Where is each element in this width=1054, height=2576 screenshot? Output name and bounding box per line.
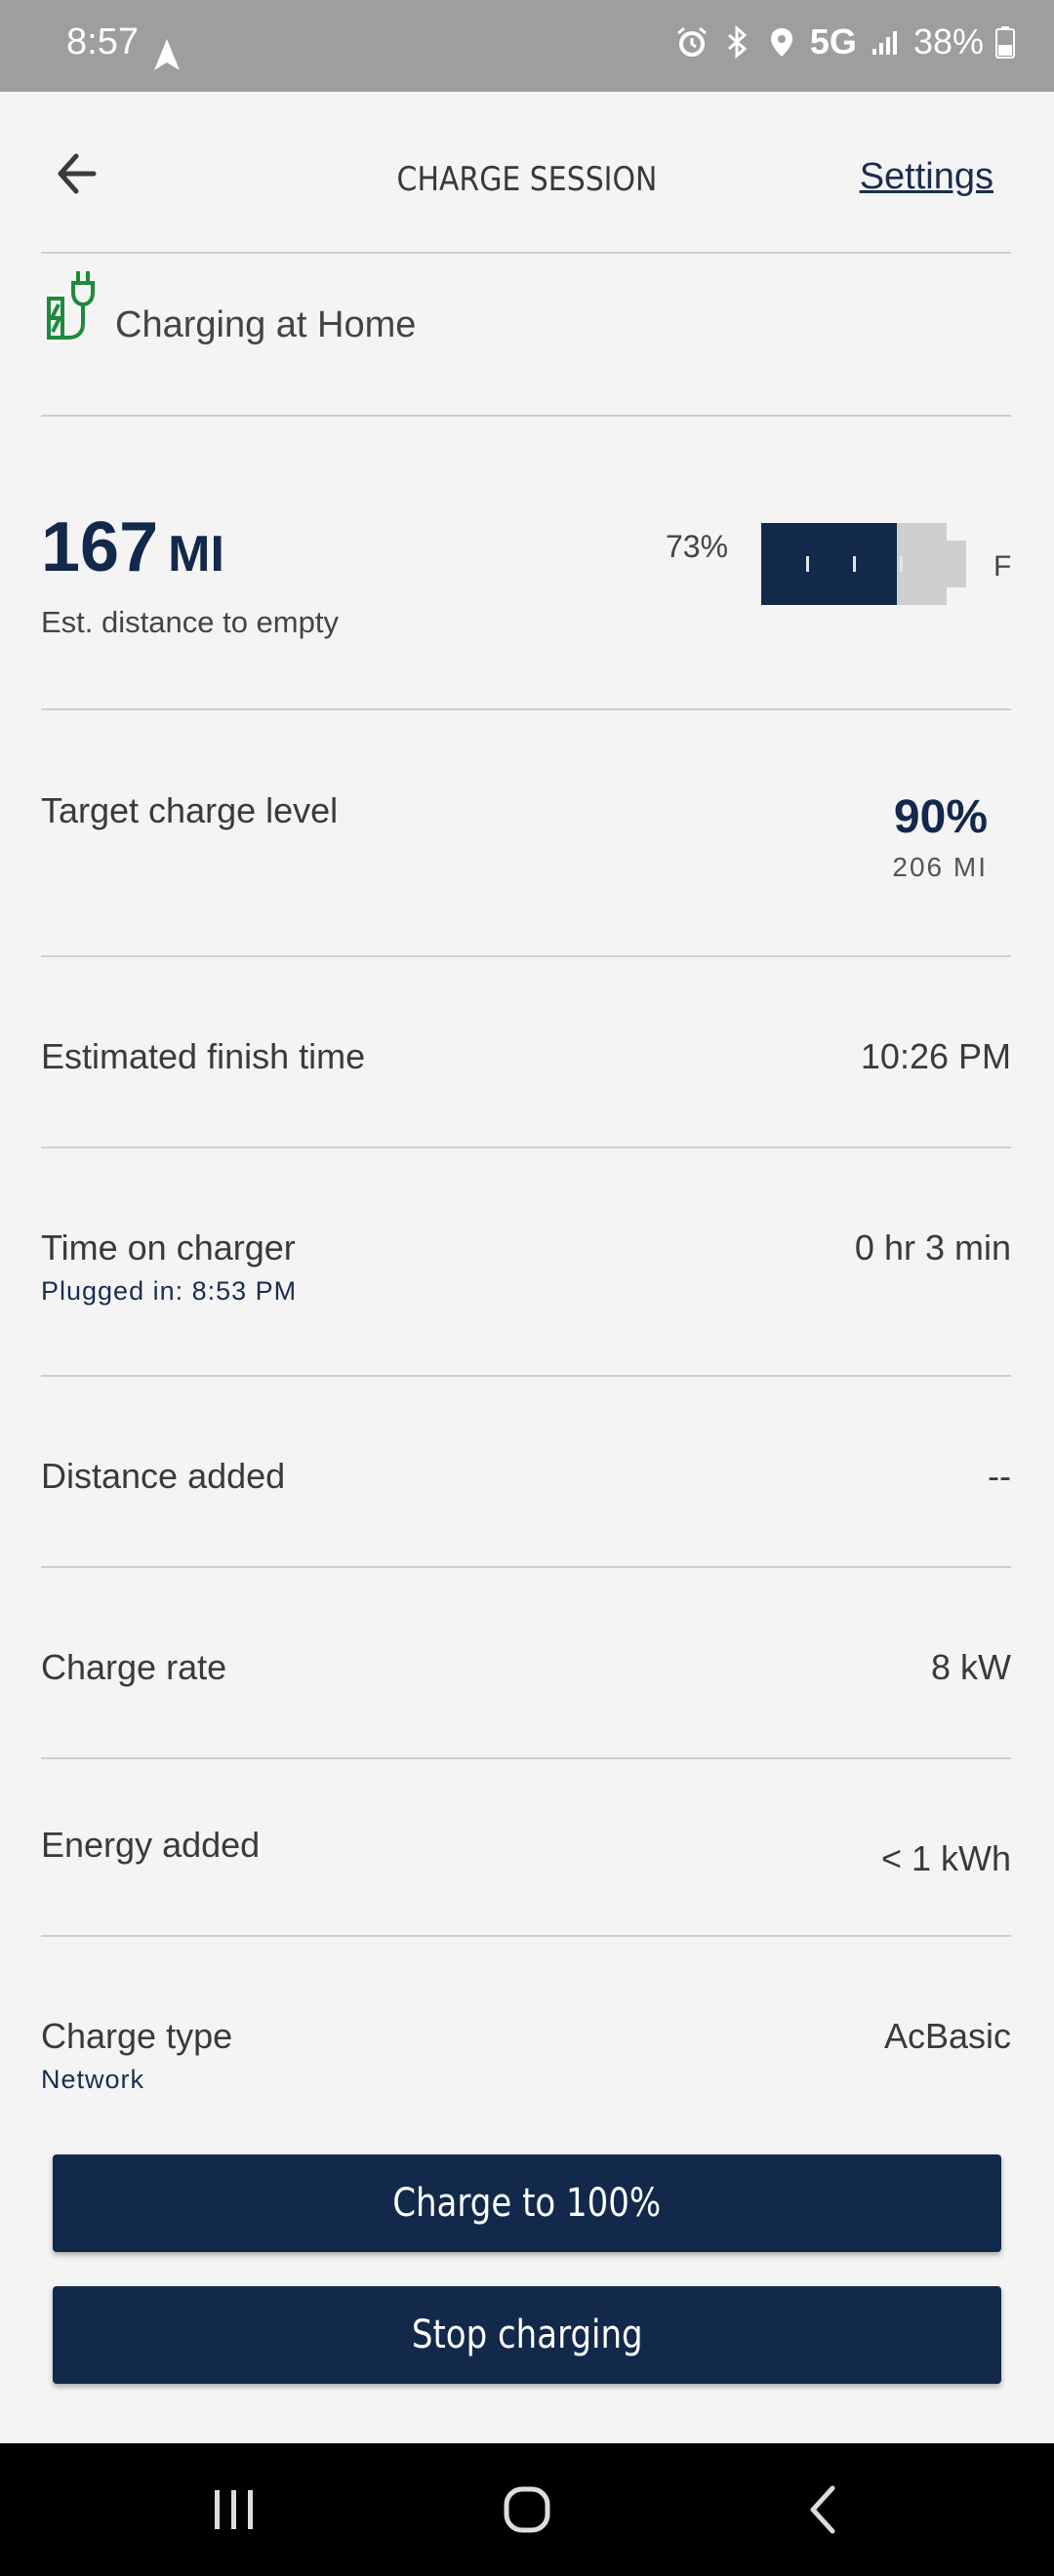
- range-value: 167: [41, 508, 159, 586]
- energy-added-label: Energy added: [41, 1825, 261, 1865]
- divider: [41, 955, 1011, 957]
- target-charge-row[interactable]: Target charge level 90% 206 MI: [41, 790, 1011, 888]
- home-icon[interactable]: [498, 2482, 556, 2537]
- range-caption: Est. distance to empty: [41, 605, 339, 639]
- battery-percent: 38%: [912, 21, 984, 61]
- battery-level-label: 73%: [666, 529, 729, 564]
- navigation-arrow-icon: [154, 39, 180, 70]
- charge-type-value: AcBasic: [883, 2016, 1011, 2056]
- signal-icon: [872, 31, 897, 55]
- distance-added-label: Distance added: [41, 1456, 286, 1496]
- divider: [41, 1566, 1011, 1568]
- page-title: CHARGE SESSION: [396, 160, 658, 199]
- battery-gauge: [761, 523, 968, 605]
- plugged-in-time: Plugged in: 8:53 PM: [41, 1276, 298, 1306]
- location-icon: [770, 28, 792, 57]
- back-nav-icon[interactable]: [795, 2482, 854, 2537]
- divider: [41, 1935, 1011, 1937]
- ev-plug-icon: [47, 271, 95, 340]
- status-bar: 8:57 5G 38%: [0, 0, 1054, 92]
- battery-fill: [761, 523, 897, 605]
- charge-rate-label: Charge rate: [41, 1647, 227, 1687]
- divider: [41, 1147, 1011, 1148]
- target-charge-miles: 206 MI: [892, 852, 988, 882]
- battery-full-label: F: [993, 550, 1012, 583]
- divider: [41, 1757, 1011, 1759]
- charging-location: Charging at Home: [41, 265, 1011, 412]
- recent-apps-icon[interactable]: [205, 2482, 264, 2537]
- range-summary: 167 MI Est. distance to empty: [41, 507, 339, 639]
- target-charge-value: 90% 206 MI: [892, 790, 988, 883]
- range-unit: MI: [168, 526, 224, 583]
- distance-added-value: --: [988, 1456, 1011, 1496]
- battery-icon: [995, 26, 1015, 59]
- charge-type-network: Network: [41, 2065, 145, 2094]
- battery-tick: [900, 556, 903, 572]
- time-on-charger-label: Time on charger: [41, 1228, 296, 1268]
- app-header: CHARGE SESSION Settings: [0, 92, 1054, 254]
- divider: [41, 708, 1011, 710]
- status-icons: 5G 38%: [675, 21, 1015, 62]
- bluetooth-icon: [727, 25, 748, 59]
- divider: [41, 1375, 1011, 1377]
- time-on-charger-value: 0 hr 3 min: [854, 1228, 1011, 1268]
- battery-tick: [853, 556, 856, 572]
- charge-to-100-label: Charge to 100%: [392, 2181, 662, 2226]
- battery-tick: [806, 556, 809, 572]
- battery-cap: [947, 541, 966, 587]
- stop-charging-label: Stop charging: [411, 2313, 643, 2357]
- charging-location-label: Charging at Home: [115, 304, 417, 345]
- target-charge-percent: 90%: [893, 791, 988, 843]
- system-nav-bar: [0, 2443, 1054, 2576]
- finish-time-label: Estimated finish time: [41, 1036, 366, 1076]
- target-charge-label: Target charge level: [41, 790, 339, 830]
- charge-to-100-button[interactable]: Charge to 100%: [53, 2154, 1001, 2252]
- finish-time-value: 10:26 PM: [860, 1036, 1011, 1076]
- energy-added-value: < 1 kWh: [880, 1838, 1011, 1878]
- divider: [41, 252, 1011, 254]
- network-type: 5G: [809, 21, 857, 61]
- stop-charging-button[interactable]: Stop charging: [53, 2286, 1001, 2384]
- status-time: 8:57: [66, 21, 139, 62]
- charge-rate-value: 8 kW: [930, 1647, 1011, 1687]
- charge-type-label: Charge type: [41, 2016, 233, 2056]
- settings-link[interactable]: Settings: [860, 156, 993, 198]
- alarm-icon: [676, 26, 707, 57]
- divider: [41, 415, 1011, 417]
